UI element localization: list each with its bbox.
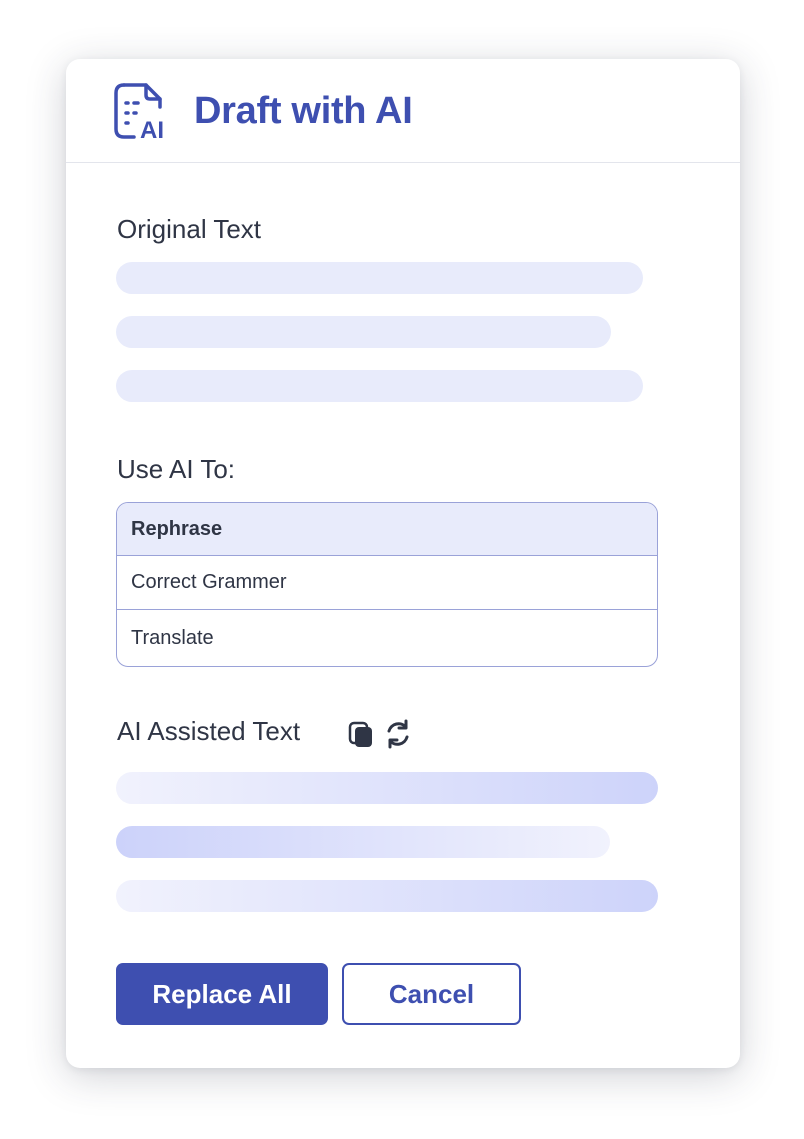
ai-text-line [116, 880, 658, 912]
dialog-title: Draft with AI [194, 90, 413, 132]
use-ai-label: Use AI To: [117, 454, 236, 484]
icon-ai-label: AI [140, 117, 164, 143]
cancel-button[interactable]: Cancel [342, 963, 521, 1025]
refresh-icon[interactable] [384, 719, 412, 749]
ai-text-line [116, 772, 658, 804]
copy-icon[interactable] [348, 719, 376, 749]
original-text-line [116, 262, 643, 294]
option-rephrase[interactable]: Rephrase [117, 503, 657, 556]
option-correct-grammar[interactable]: Correct Grammer [117, 556, 657, 610]
ai-assisted-text-label: AI Assisted Text [117, 716, 301, 746]
original-text-line [116, 316, 611, 348]
ai-action-list: Rephrase Correct Grammer Translate [116, 502, 658, 667]
document-ai-icon: AI [112, 81, 172, 144]
replace-all-button[interactable]: Replace All [116, 963, 328, 1025]
original-text-label: Original Text [117, 214, 262, 244]
original-text-line [116, 370, 643, 402]
draft-with-ai-dialog: AI Draft with AI Original Text Use AI To… [66, 59, 740, 1068]
option-translate[interactable]: Translate [117, 610, 657, 666]
page-background: AI Draft with AI Original Text Use AI To… [0, 0, 804, 1139]
ai-text-line [116, 826, 610, 858]
dialog-header: AI Draft with AI [66, 59, 740, 163]
